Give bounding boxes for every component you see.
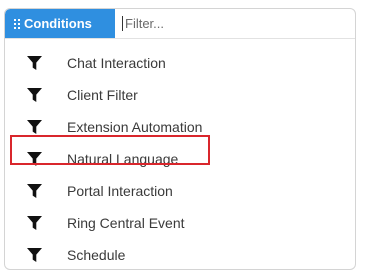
list-item-extension-automation[interactable]: Extension Automation: [5, 111, 355, 143]
funnel-icon: [27, 120, 42, 134]
panel-header: Conditions: [5, 9, 355, 39]
list-item-portal-interaction[interactable]: Portal Interaction: [5, 175, 355, 207]
list-item-ring-central-event[interactable]: Ring Central Event: [5, 207, 355, 239]
funnel-icon: [27, 184, 42, 198]
text-caret: [122, 16, 123, 31]
list-item-label: Ring Central Event: [67, 215, 185, 231]
list-item-label: Client Filter: [67, 87, 138, 103]
funnel-icon: [27, 152, 42, 166]
list-item-label: Schedule: [67, 247, 126, 263]
funnel-icon: [27, 56, 42, 70]
conditions-panel: Conditions Chat Interaction Client Filte…: [4, 8, 356, 270]
funnel-icon: [27, 216, 42, 230]
grid-icon: [14, 18, 20, 29]
conditions-list: Chat Interaction Client Filter Extension…: [5, 47, 355, 269]
list-item-label: Portal Interaction: [67, 183, 173, 199]
conditions-label: Conditions: [24, 16, 92, 31]
conditions-button[interactable]: Conditions: [5, 9, 115, 38]
list-item-client-filter[interactable]: Client Filter: [5, 79, 355, 111]
list-item-label: Chat Interaction: [67, 55, 166, 71]
filter-input[interactable]: [122, 13, 347, 34]
list-item-chat-interaction[interactable]: Chat Interaction: [5, 47, 355, 79]
list-item-label: Natural Language: [67, 151, 179, 167]
funnel-icon: [27, 88, 42, 102]
list-item-natural-language[interactable]: Natural Language: [5, 143, 355, 175]
list-item-schedule[interactable]: Schedule: [5, 239, 355, 269]
list-item-label: Extension Automation: [67, 119, 203, 135]
